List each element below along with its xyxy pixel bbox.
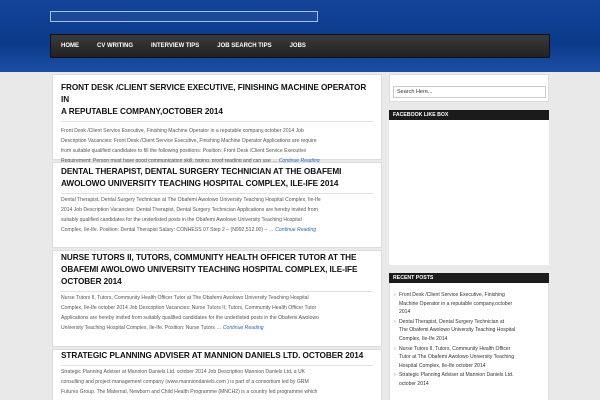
site-logo-placeholder[interactable] <box>50 11 318 22</box>
facebook-widget-title: FACEBOOK LIKE BOX <box>389 110 549 120</box>
post-excerpt: Dental Therapist, Dental Surgery Technic… <box>61 197 321 233</box>
post-card: NURSE TUTORS II, TUTORS, COMMUNITY HEALT… <box>52 250 382 347</box>
post-card: STRATEGIC PLANNING ADVISER AT MANNION DA… <box>52 349 382 400</box>
facebook-like-box[interactable] <box>389 120 549 265</box>
nav-item-jobs[interactable]: JOBS <box>281 35 315 57</box>
continue-reading-link[interactable]: Continue Reading <box>223 325 264 331</box>
recent-post-link[interactable]: Strategic Planning Adviser at Mannion Da… <box>390 371 548 388</box>
continue-reading-link[interactable]: Continue Reading <box>275 227 316 233</box>
search-input[interactable] <box>393 86 546 98</box>
nav-item-cv-writing[interactable]: CV WRITING <box>88 35 142 57</box>
post-excerpt: Nurse Tutors II, Tutors, Community Healt… <box>61 295 319 331</box>
nav-item-home[interactable]: HOME <box>51 35 88 57</box>
post-card: FRONT DESK /CLIENT SERVICE EXECUTIVE, FI… <box>52 74 382 164</box>
recent-posts-list: Front Desk /Client Service Executive, Fi… <box>389 283 549 400</box>
nav-item-job-search-tips[interactable]: JOB SEARCH TIPS <box>208 35 280 57</box>
post-list: FRONT DESK /CLIENT SERVICE EXECUTIVE, FI… <box>52 70 382 400</box>
search-widget <box>389 74 549 102</box>
divider <box>61 121 373 122</box>
post-title[interactable]: DENTAL THERAPIST, DENTAL SURGERY TECHNIC… <box>53 166 381 190</box>
recent-post-link[interactable]: Front Desk /Client Service Executive, Fi… <box>390 291 548 317</box>
recent-posts-title: RECENT POSTS <box>389 273 549 283</box>
post-title[interactable]: STRATEGIC PLANNING ADVISER AT MANNION DA… <box>53 350 381 362</box>
divider <box>61 193 373 194</box>
divider <box>61 365 373 366</box>
post-title[interactable]: NURSE TUTORS II, TUTORS, COMMUNITY HEALT… <box>53 252 381 288</box>
recent-post-link[interactable]: Dental Therapist, Dental Surgery Technic… <box>390 318 548 344</box>
post-excerpt: Front Desk /Client Service Executive, Fi… <box>61 128 320 164</box>
post-title[interactable]: FRONT DESK /CLIENT SERVICE EXECUTIVE, FI… <box>53 82 381 118</box>
nav-item-interview-tips[interactable]: INTERVIEW TIPS <box>142 35 208 57</box>
main-nav: HOME CV WRITING INTERVIEW TIPS JOB SEARC… <box>50 34 550 58</box>
recent-post-link[interactable]: Nurse Tutors II, Tutors, Community Healt… <box>390 345 548 371</box>
post-excerpt: Strategic Planning Adviser at Mannion Da… <box>61 369 318 395</box>
post-card: DENTAL THERAPIST, DENTAL SURGERY TECHNIC… <box>52 162 382 248</box>
divider <box>61 291 373 292</box>
